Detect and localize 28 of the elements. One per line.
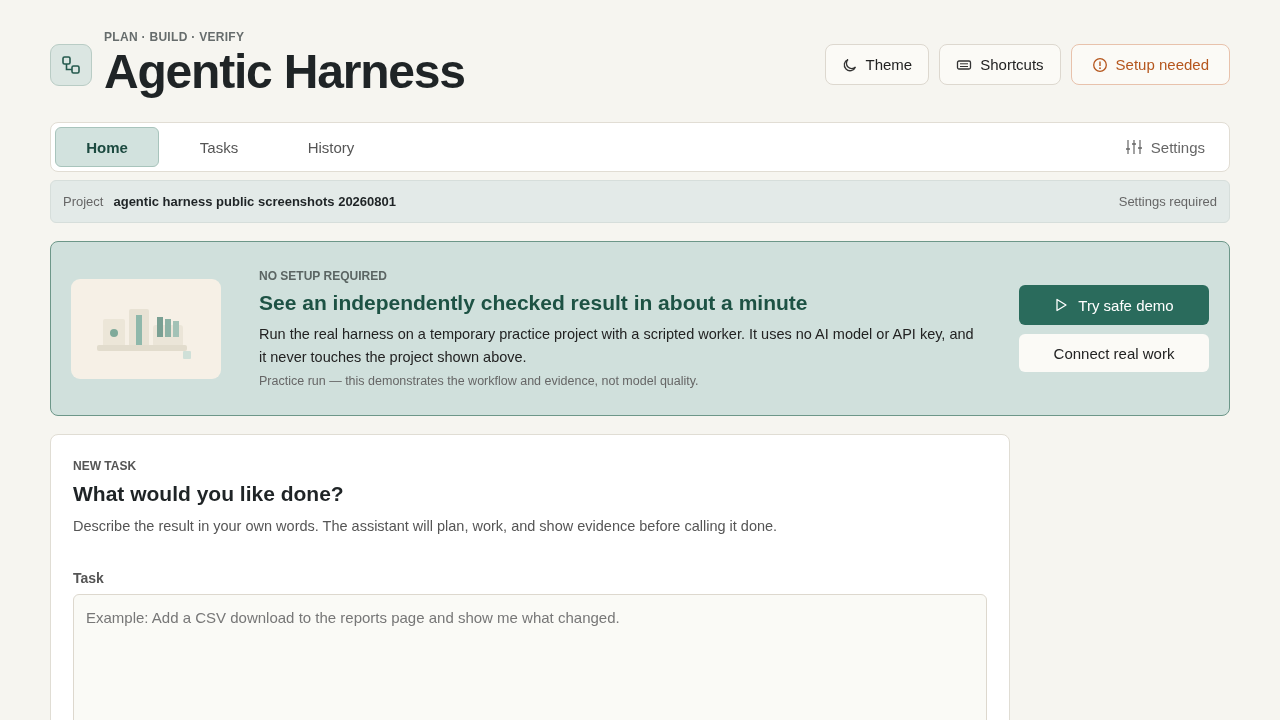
app-tagline: PLAN · BUILD · VERIFY (104, 30, 246, 44)
task-eyebrow: NEW TASK (73, 459, 138, 473)
settings-button[interactable]: Settings (1118, 137, 1211, 157)
project-status: Settings required (1118, 194, 1217, 209)
banner-eyebrow: NO SETUP REQUIRED (259, 269, 388, 283)
project-label: Project (63, 194, 104, 209)
banner-description: Run the real harness on a temporary practice project with a scripted worker. It uses no AI model or API key, and it never touches the project shown above. (259, 325, 975, 367)
app-title: Agentic Harness (104, 48, 465, 96)
nav-tab[interactable]: Home (55, 127, 159, 167)
connect-work-button[interactable]: Connect real work (1019, 334, 1209, 372)
alert-icon (1091, 56, 1108, 73)
setup-needed-button[interactable]: Setup needed (1070, 44, 1230, 85)
play-icon (1054, 298, 1069, 312)
theme-button[interactable]: Theme (824, 44, 930, 85)
nav-tab[interactable]: History (279, 127, 383, 167)
nav-tab[interactable]: Tasks (167, 127, 271, 167)
logo-icon (50, 44, 92, 86)
task-title: What would you like done? (73, 482, 345, 506)
task-description: Describe the result in your own words. The assistant will plan, work, and show evidence before calling it done. (73, 518, 779, 534)
project-name: agentic harness public screenshots 20260801 (113, 194, 396, 209)
try-demo-button[interactable]: Try safe demo (1019, 285, 1209, 325)
banner-title: See an independently checked result in about a minute (259, 291, 809, 315)
banner-note: Practice run — this demonstrates the workflow and evidence, not model quality. (259, 374, 700, 388)
shortcuts-button[interactable]: Shortcuts (939, 44, 1061, 85)
sliders-icon (1124, 139, 1143, 155)
moon-icon (841, 56, 858, 73)
task-input[interactable]: Example: Add a CSV download to the reports page and show me what changed. (73, 594, 987, 720)
field-label: Task (73, 570, 105, 586)
